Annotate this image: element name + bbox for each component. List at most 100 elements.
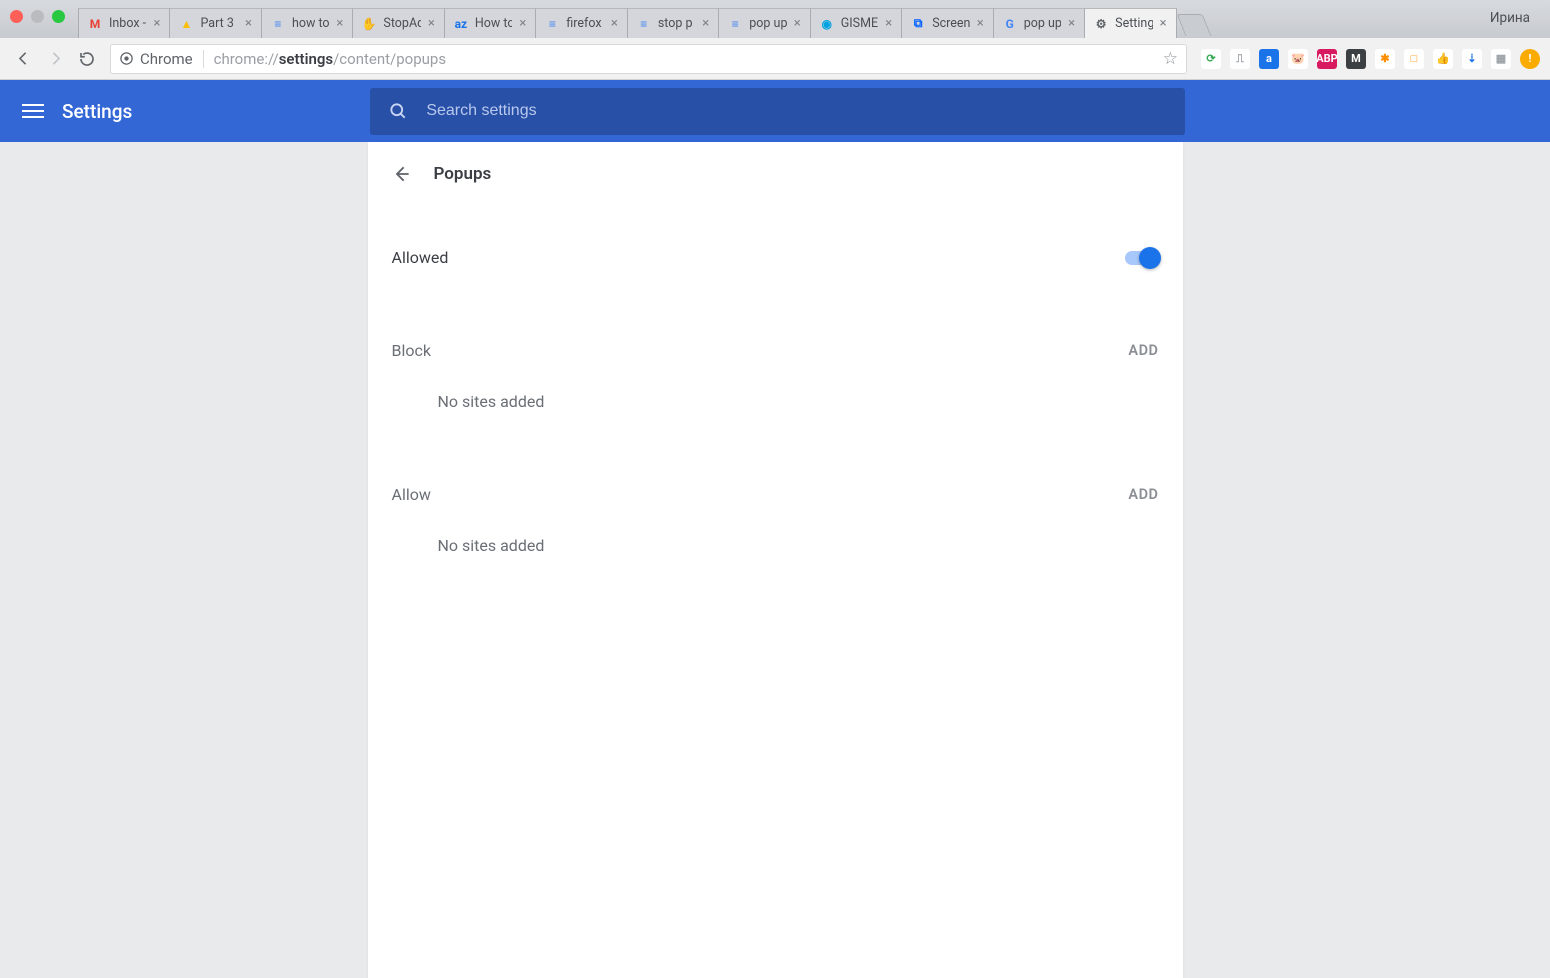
tab-title: stop p — [658, 16, 695, 31]
tab-close-button[interactable]: × — [699, 17, 712, 30]
nav-reload-button[interactable] — [74, 46, 100, 72]
tab-title: pop up — [749, 16, 786, 31]
browser-tab[interactable]: ⚙Setting× — [1085, 8, 1176, 38]
extension-icon[interactable]: ⟳ — [1201, 49, 1221, 69]
settings-search-input[interactable] — [426, 102, 1167, 120]
tab-title: Inbox - — [109, 16, 146, 31]
block-add-button[interactable]: ADD — [1128, 342, 1158, 359]
extension-icon[interactable]: ABP — [1317, 49, 1337, 69]
browser-tab[interactable]: ≡ firefox × — [536, 8, 627, 38]
tab-favicon: ≡ — [270, 16, 286, 32]
tab-favicon: ✋ — [361, 16, 377, 32]
bookmark-star-button[interactable]: ☆ — [1163, 49, 1178, 69]
new-tab-button[interactable] — [1176, 14, 1211, 36]
settings-app-title: Settings — [62, 100, 132, 123]
page-header: Popups — [368, 142, 1183, 196]
settings-search-box[interactable] — [370, 88, 1185, 135]
chrome-icon — [119, 51, 134, 66]
omnibox[interactable]: Chrome chrome://settings/content/popups … — [110, 44, 1187, 74]
tab-title: how to — [292, 16, 329, 31]
tab-favicon: ◉ — [819, 16, 835, 32]
allowed-toggle[interactable] — [1125, 251, 1159, 265]
block-section-header: Block ADD — [368, 319, 1183, 382]
block-empty-text: No sites added — [368, 382, 1183, 433]
browser-tab[interactable]: M Inbox - × — [78, 8, 170, 38]
tab-favicon: ≡ — [636, 16, 652, 32]
browser-toolbar: Chrome chrome://settings/content/popups … — [0, 38, 1550, 80]
omnibox-url: chrome://settings/content/popups — [214, 50, 446, 68]
extension-icons: ⟳ ⎍ a 🐷 ABP M ✱ □ 👍 ⇣ ▦! — [1197, 49, 1540, 69]
allowed-label: Allowed — [392, 248, 449, 267]
allow-empty-text: No sites added — [368, 526, 1183, 577]
window-close-button[interactable] — [10, 10, 23, 23]
browser-tab[interactable]: ⧉ Screen × — [902, 8, 993, 38]
tab-close-button[interactable]: × — [333, 17, 346, 30]
arrow-right-icon — [47, 50, 64, 67]
extension-icon[interactable]: ⎍ — [1230, 49, 1250, 69]
nav-back-button[interactable] — [10, 46, 36, 72]
profile-name-chip[interactable]: Ирина — [1480, 8, 1540, 28]
tab-close-button[interactable]: × — [974, 17, 987, 30]
browser-tab[interactable]: ✋ StopAd × — [353, 8, 444, 38]
extension-icon[interactable]: ▦ — [1491, 49, 1511, 69]
tab-close-button[interactable]: × — [150, 17, 163, 30]
tab-close-button[interactable]: × — [882, 17, 895, 30]
tab-title: StopAd — [383, 16, 420, 31]
tab-favicon: ⚙ — [1093, 16, 1109, 32]
tab-title: GISME — [841, 16, 878, 31]
tab-favicon: G — [1002, 16, 1018, 32]
omnibox-url-suffix: /content/popups — [333, 50, 446, 68]
omnibox-chip-label: Chrome — [140, 50, 193, 68]
extension-icon[interactable]: □ — [1404, 49, 1424, 69]
tab-title: firefox — [566, 16, 603, 31]
extension-icon[interactable]: ! — [1520, 49, 1540, 69]
block-label: Block — [392, 341, 431, 360]
browser-tab[interactable]: ≡ how to × — [262, 8, 353, 38]
tab-favicon: ≡ — [727, 16, 743, 32]
window-minimize-button[interactable] — [31, 10, 44, 23]
reload-icon — [78, 50, 96, 68]
omnibox-url-prefix: chrome:// — [214, 50, 279, 68]
tab-close-button[interactable]: × — [516, 17, 529, 30]
browser-tab[interactable]: ◉ GISME × — [811, 8, 902, 38]
arrow-left-icon — [15, 50, 32, 67]
omnibox-url-path: settings — [279, 50, 333, 68]
tab-favicon: az — [453, 16, 469, 32]
back-button[interactable] — [392, 164, 412, 184]
tab-close-button[interactable]: × — [608, 17, 621, 30]
window-controls — [10, 10, 65, 23]
allow-add-button[interactable]: ADD — [1128, 486, 1158, 503]
tab-title: pop up — [1024, 16, 1061, 31]
tab-favicon: M — [87, 16, 103, 32]
settings-card: Popups Allowed Block ADD No sites added … — [368, 142, 1183, 978]
extension-icon[interactable]: a — [1259, 49, 1279, 69]
tab-title: How to — [475, 16, 512, 31]
tab-title: Screen — [932, 16, 969, 31]
hamburger-menu-button[interactable] — [22, 100, 44, 122]
browser-tab[interactable]: ▲Part 3× — [170, 8, 261, 38]
extension-icon[interactable]: M — [1346, 49, 1366, 69]
browser-tab-strip: MInbox -×▲Part 3×≡how to×✋StopAd×azHow t… — [0, 0, 1550, 38]
tab-close-button[interactable]: × — [242, 17, 255, 30]
tab-close-button[interactable]: × — [1065, 17, 1078, 30]
tab-favicon: ▲ — [178, 16, 194, 32]
tab-favicon: ≡ — [544, 16, 560, 32]
allow-label: Allow — [392, 485, 431, 504]
settings-header: Settings — [0, 80, 1550, 142]
nav-forward-button[interactable] — [42, 46, 68, 72]
tab-favicon: ⧉ — [910, 16, 926, 32]
tab-close-button[interactable]: × — [791, 17, 804, 30]
tab-close-button[interactable]: × — [1157, 17, 1170, 30]
browser-tab[interactable]: ≡ pop up × — [719, 8, 810, 38]
extension-icon[interactable]: 👍 — [1433, 49, 1453, 69]
browser-tab[interactable]: Gpop up × — [994, 8, 1085, 38]
extension-icon[interactable]: 🐷 — [1288, 49, 1308, 69]
extension-icon[interactable]: ⇣ — [1462, 49, 1482, 69]
search-icon — [388, 101, 408, 121]
page-title: Popups — [434, 164, 492, 184]
tab-close-button[interactable]: × — [425, 17, 438, 30]
extension-icon[interactable]: ✱ — [1375, 49, 1395, 69]
browser-tab[interactable]: az How to × — [445, 8, 536, 38]
window-zoom-button[interactable] — [52, 10, 65, 23]
browser-tab[interactable]: ≡ stop p × — [628, 8, 719, 38]
